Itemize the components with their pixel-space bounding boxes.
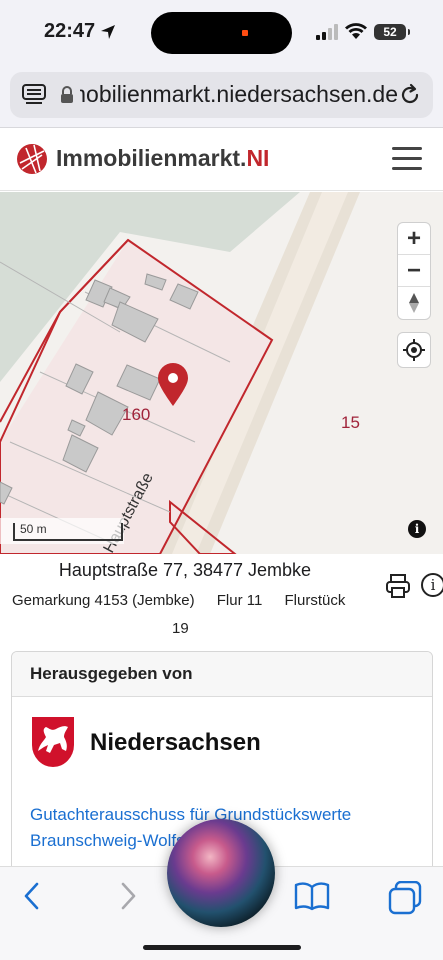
reload-icon[interactable] — [398, 83, 422, 107]
property-map[interactable]: Hauptstraße 160 15 + − 50 m i — [0, 192, 443, 554]
brand-accent: NI — [246, 145, 270, 171]
geolocate-button[interactable] — [398, 333, 430, 367]
flurstueck-label: Flurstück — [284, 592, 346, 609]
zoom-in-button[interactable]: + — [398, 223, 430, 255]
state-name: Niedersachsen — [90, 729, 261, 756]
property-meta: Gemarkung 4153 (Jembke) Flur 11 Flurstüc… — [12, 592, 345, 609]
forward-icon[interactable] — [118, 881, 138, 911]
home-indicator[interactable] — [143, 945, 301, 950]
hamburger-menu-icon[interactable] — [392, 147, 422, 171]
siri-orb — [167, 819, 275, 927]
site-logo-icon[interactable] — [16, 143, 48, 175]
bookmarks-icon[interactable] — [294, 881, 330, 911]
map-attribution-info-icon[interactable]: i — [408, 520, 426, 538]
url-text[interactable]: immobilienmarkt.niedersachsen.de — [80, 81, 398, 108]
dynamic-island — [151, 12, 292, 54]
back-icon[interactable] — [22, 881, 42, 911]
zoom-out-button[interactable]: − — [398, 255, 430, 287]
site-header: Immobilienmarkt.NI — [0, 129, 443, 191]
parcel-label-main[interactable]: 160 — [122, 405, 150, 424]
geolocate-control — [397, 332, 431, 368]
page-menu-icon[interactable] — [22, 84, 46, 106]
niedersachsen-crest-icon — [32, 717, 74, 767]
property-address: Hauptstraße 77, 38477 Jembke — [58, 560, 312, 580]
info-button[interactable]: i — [421, 573, 443, 597]
publisher-heading: Herausgegeben von — [12, 652, 432, 697]
lock-icon — [61, 86, 73, 103]
map-scale: 50 m — [0, 518, 124, 544]
gemarkung: Gemarkung 4153 (Jembke) — [12, 592, 195, 609]
flur: Flur 11 — [216, 592, 263, 609]
location-arrow-icon — [101, 25, 115, 39]
brand-main: Immobilienmarkt. — [56, 145, 247, 171]
map-canvas[interactable]: Hauptstraße 160 15 — [0, 192, 443, 554]
battery-indicator: 52 — [374, 24, 410, 40]
zoom-controls: + − — [397, 222, 431, 320]
cellular-signal-icon — [316, 24, 338, 40]
site-brand[interactable]: Immobilienmarkt.NI — [56, 145, 269, 172]
flurstueck-value: 19 — [172, 620, 189, 637]
recording-indicator — [242, 30, 248, 36]
address-bar[interactable]: immobilienmarkt.niedersachsen.de — [10, 72, 433, 118]
scale-label: 50 m — [20, 522, 47, 536]
wifi-icon — [345, 23, 367, 39]
compass-button[interactable] — [398, 287, 430, 319]
print-icon[interactable] — [385, 573, 411, 599]
status-bar: 22:47 52 — [0, 0, 443, 64]
clock: 22:47 — [44, 20, 96, 42]
compass-icon — [409, 293, 419, 313]
tabs-icon[interactable] — [387, 881, 423, 915]
parcel-label-right[interactable]: 15 — [341, 413, 360, 432]
crosshair-icon — [403, 339, 425, 361]
browser-address-area: immobilienmarkt.niedersachsen.de — [0, 64, 443, 128]
